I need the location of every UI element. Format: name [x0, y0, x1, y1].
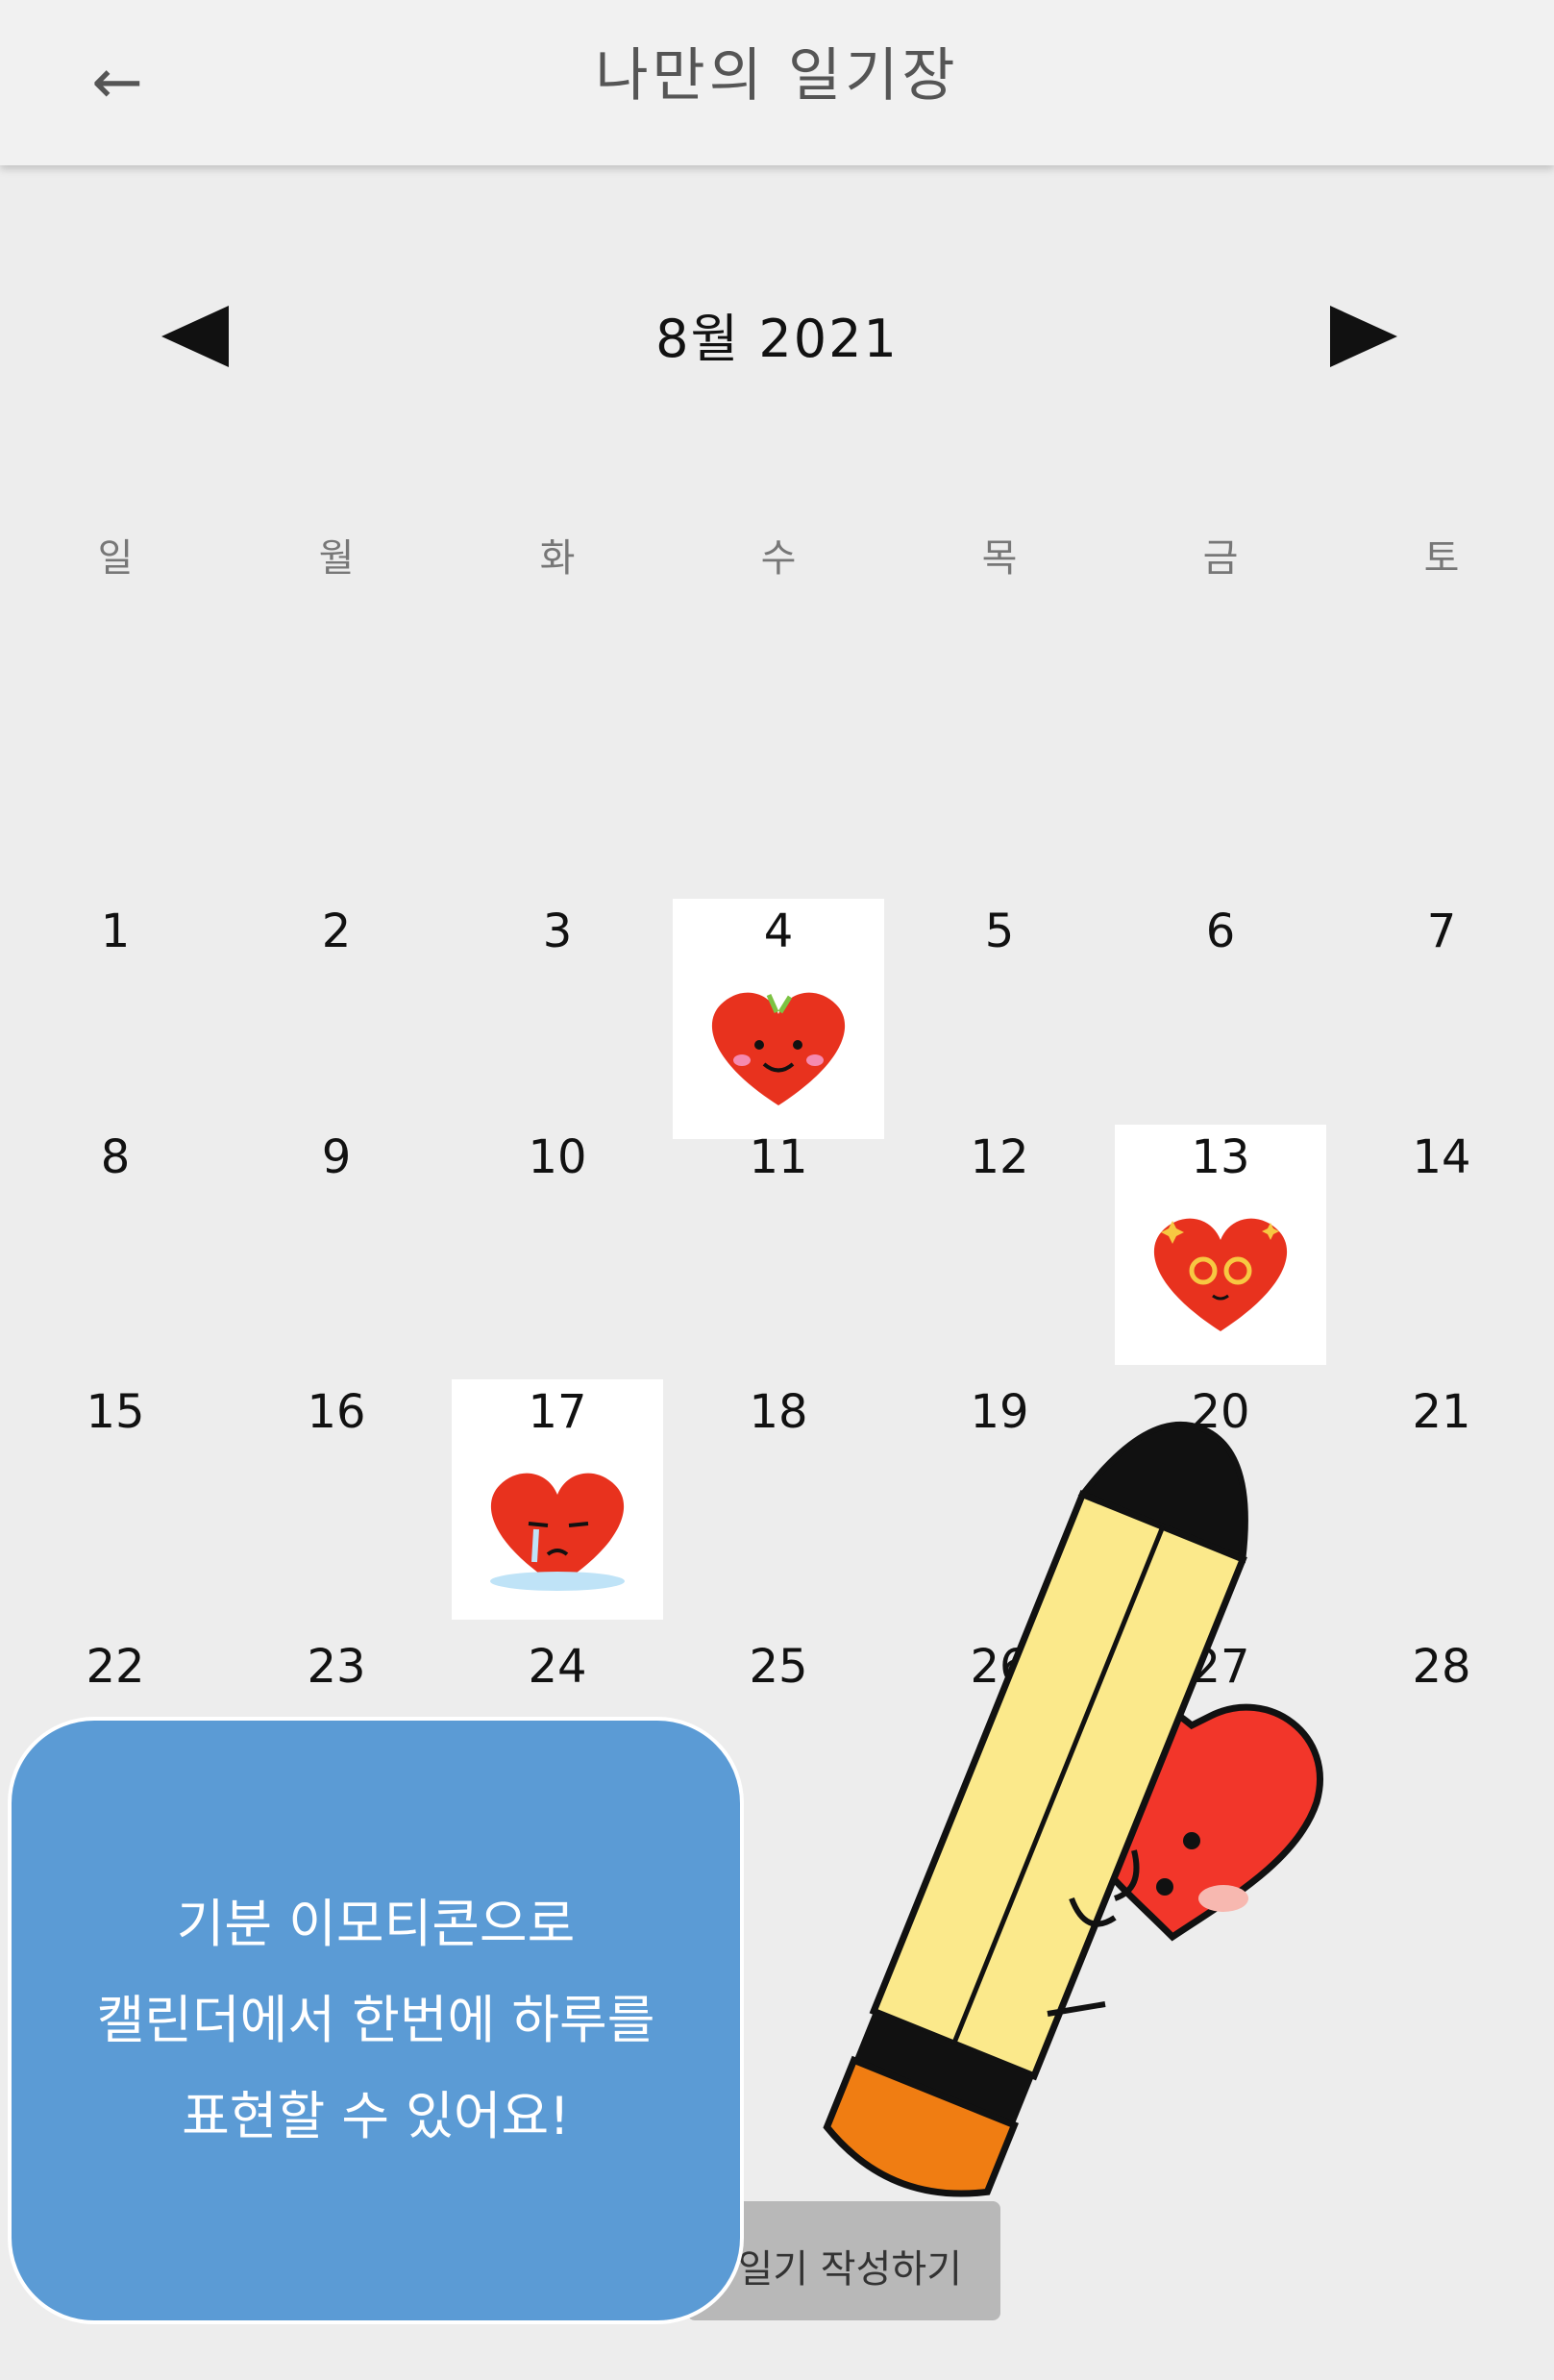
day-number: 15	[86, 1385, 145, 1439]
day-number: 24	[528, 1640, 587, 1694]
promo-line: 표현할 수 있어요!	[182, 2086, 570, 2146]
page-title: 나만의 일기장	[595, 42, 959, 110]
day-number: 4	[763, 905, 794, 958]
day-number: 28	[1412, 1640, 1471, 1694]
calendar-day[interactable]: 8	[10, 1125, 221, 1365]
weekday-label: 월	[318, 536, 355, 581]
day-number: 3	[542, 905, 573, 958]
calendar-day[interactable]: 2	[231, 899, 442, 1139]
calendar-day[interactable]: 1	[10, 899, 221, 1139]
weekday-label: 일	[97, 536, 134, 581]
weekday-label: 화	[539, 536, 576, 581]
day-number: 2	[321, 905, 352, 958]
calendar-day[interactable]: 5	[894, 899, 1105, 1139]
calendar-day[interactable]: 17	[452, 1379, 663, 1620]
day-number: 8	[100, 1130, 131, 1184]
calendar-day[interactable]: 28	[1336, 1634, 1547, 1874]
day-number: 5	[984, 905, 1015, 958]
calendar-day[interactable]: 13	[1115, 1125, 1326, 1365]
top-app-bar: ← 나만의 일기장	[0, 0, 1554, 165]
mood-excited-heart-icon	[1144, 1211, 1297, 1340]
calendar-day[interactable]: 11	[673, 1125, 884, 1365]
day-number: 12	[970, 1130, 1029, 1184]
calendar-day[interactable]: 15	[10, 1379, 221, 1620]
pencil-heart-illustration	[807, 1399, 1345, 2219]
month-label: 8월 2021	[655, 309, 899, 369]
calendar-day[interactable]: 4	[673, 899, 884, 1139]
heart-eye	[1183, 1832, 1200, 1849]
day-number: 21	[1412, 1385, 1471, 1439]
day-number: 22	[86, 1640, 145, 1694]
weekday-label: 금	[1202, 536, 1239, 581]
promo-line: 기분 이모티콘으로	[176, 1894, 576, 1954]
heart-eye	[1156, 1878, 1173, 1896]
weekday-label: 목	[981, 536, 1018, 581]
day-number: 7	[1426, 905, 1457, 958]
calendar-day[interactable]: 6	[1115, 899, 1326, 1139]
weekday-label: 토	[1423, 536, 1460, 581]
day-number: 16	[307, 1385, 366, 1439]
day-number: 1	[100, 905, 131, 958]
next-month-button[interactable]	[1330, 306, 1397, 367]
heart-cheek	[1198, 1885, 1248, 1912]
day-number: 10	[528, 1130, 587, 1184]
calendar-day[interactable]: 14	[1336, 1125, 1547, 1365]
day-number: 14	[1412, 1130, 1471, 1184]
calendar-day[interactable]: 9	[231, 1125, 442, 1365]
day-number: 17	[528, 1385, 587, 1439]
day-number: 13	[1191, 1130, 1250, 1184]
write-diary-label: 일기 작성하기	[737, 2247, 962, 2292]
day-number: 6	[1205, 905, 1236, 958]
calendar-day[interactable]: 21	[1336, 1379, 1547, 1620]
calendar-day[interactable]: 12	[894, 1125, 1105, 1365]
weekday-label: 수	[760, 536, 797, 581]
calendar-day[interactable]: 10	[452, 1125, 663, 1365]
day-number: 11	[749, 1130, 808, 1184]
day-number: 23	[307, 1640, 366, 1694]
mood-happy-heart-icon	[702, 985, 855, 1114]
mascot-svg	[823, 1421, 1323, 2197]
mood-sad-heart-icon	[481, 1466, 634, 1595]
promo-line: 캘린더에서 한번에 하루를	[96, 1990, 655, 2050]
promo-bubble: 기분 이모티콘으로 캘린더에서 한번에 하루를 표현할 수 있어요!	[8, 1717, 744, 2324]
calendar-day[interactable]: 7	[1336, 899, 1547, 1139]
calendar-day[interactable]: 3	[452, 899, 663, 1139]
day-number: 9	[321, 1130, 352, 1184]
promo-text: 기분 이모티콘으로 캘린더에서 한번에 하루를 표현할 수 있어요!	[97, 1876, 655, 2165]
calendar-day[interactable]: 16	[231, 1379, 442, 1620]
